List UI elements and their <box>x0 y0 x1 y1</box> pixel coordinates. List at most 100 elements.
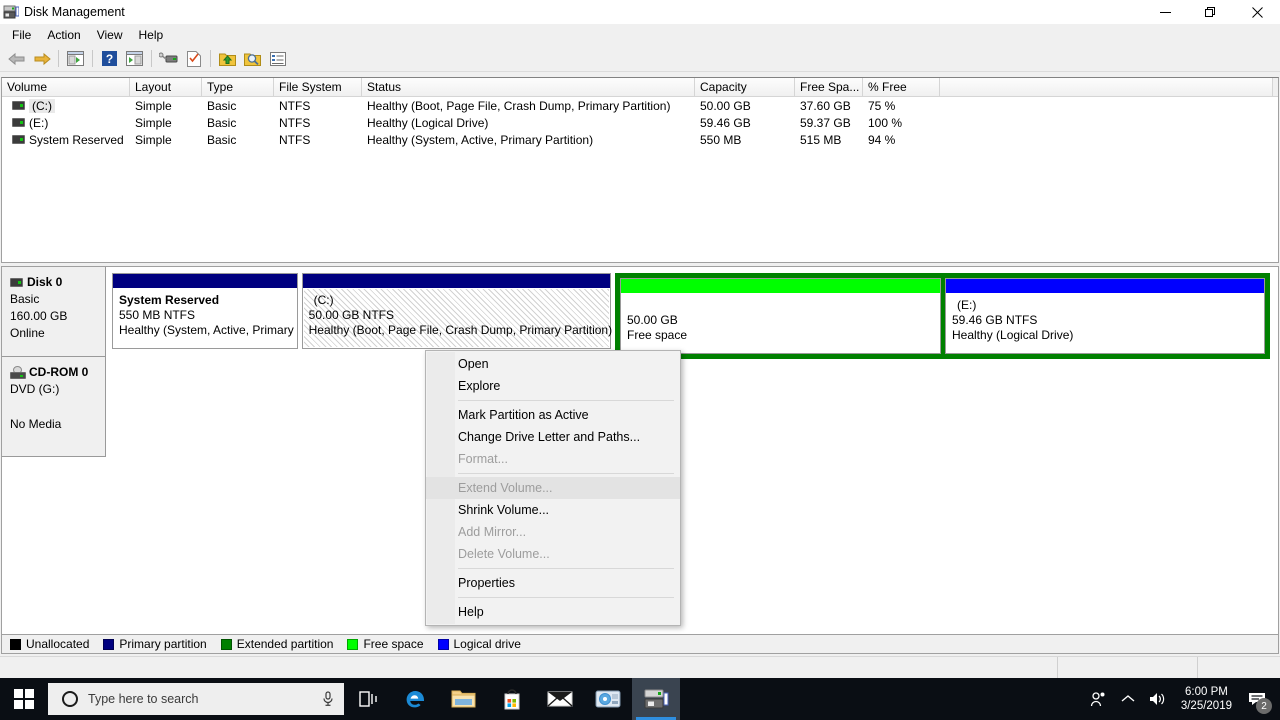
notification-badge: 2 <box>1256 698 1272 714</box>
cell-free-space: 37.60 GB <box>800 98 851 113</box>
legend-swatch <box>103 638 115 650</box>
context-menu-item-help[interactable]: Help <box>426 601 680 623</box>
taskbar: Type here to search 6:00 PM 3/25/2019 2 <box>0 678 1280 720</box>
disk-utility-icon[interactable] <box>584 678 632 720</box>
column-header-capacity[interactable]: Capacity <box>695 78 795 96</box>
partition-system-reserved[interactable]: System Reserved 550 MB NTFS Healthy (Sys… <box>112 273 298 349</box>
table-row[interactable]: (C:) Simple Basic NTFS Healthy (Boot, Pa… <box>2 97 1278 114</box>
legend-swatch <box>10 638 21 650</box>
context-menu-item-mark-partition-as-active[interactable]: Mark Partition as Active <box>426 404 680 426</box>
context-menu-item-change-drive-letter-and-paths[interactable]: Change Drive Letter and Paths... <box>426 426 680 448</box>
cell-volume[interactable]: (C:) <box>2 98 130 113</box>
table-row[interactable]: (E:) Simple Basic NTFS Healthy (Logical … <box>2 114 1278 131</box>
action-center-icon[interactable]: 2 <box>1240 678 1274 720</box>
drive-icon <box>12 118 25 127</box>
partition-label: System Reserved <box>119 293 220 307</box>
minimize-button[interactable] <box>1142 0 1188 24</box>
up-folder-icon[interactable] <box>215 47 240 70</box>
cell-status: Healthy (Logical Drive) <box>367 115 489 130</box>
context-menu-item-add-mirror: Add Mirror... <box>458 525 527 539</box>
partition-free-space[interactable]: 50.00 GB Free space <box>620 278 941 354</box>
legend-item-free-space: Free space <box>347 637 424 651</box>
menu-action[interactable]: Action <box>39 26 88 44</box>
window-title: Disk Management <box>24 5 125 19</box>
cell-type: Basic <box>207 115 237 130</box>
extended-partition-container: 50.00 GB Free space (E:) 59.46 GB NTFS H… <box>615 273 1270 359</box>
help-icon[interactable]: ? <box>97 47 122 70</box>
column-header-free-space[interactable]: Free Spa... <box>795 78 863 96</box>
restore-button[interactable] <box>1188 0 1234 24</box>
clock[interactable]: 6:00 PM 3/25/2019 <box>1173 685 1240 713</box>
close-button[interactable] <box>1234 0 1280 24</box>
legend-label: Free space <box>363 637 424 651</box>
table-row[interactable]: System Reserved Simple Basic NTFS Health… <box>2 131 1278 148</box>
show-hidden-icons-icon[interactable] <box>1113 678 1143 720</box>
partition-capacity-bar <box>946 279 1264 293</box>
cell-type: Basic <box>207 98 237 113</box>
disk-info-cdrom0[interactable]: CD-ROM 0 DVD (G:) No Media <box>2 357 106 457</box>
context-menu-separator <box>458 597 674 598</box>
file-explorer-icon[interactable] <box>440 678 488 720</box>
partition-size: 50.00 GB <box>627 313 678 327</box>
disk-management-icon <box>0 0 22 24</box>
partition-body: (E:) 59.46 GB NTFS Healthy (Logical Driv… <box>947 294 1263 352</box>
toolbar-separator <box>210 50 211 67</box>
status-cell-secondary <box>1058 657 1198 678</box>
column-header-type[interactable]: Type <box>202 78 274 96</box>
column-header-layout[interactable]: Layout <box>130 78 202 96</box>
speaker-icon[interactable] <box>1143 678 1173 720</box>
toolbar-divider <box>0 71 1280 72</box>
search-input[interactable]: Type here to search <box>88 692 198 706</box>
legend-item-logical-drive: Logical drive <box>437 637 521 651</box>
cell-volume[interactable]: (E:) <box>2 116 130 130</box>
properties-icon[interactable] <box>181 47 206 70</box>
drive-icon <box>12 101 25 110</box>
status-bar <box>0 656 1280 678</box>
microsoft-store-icon[interactable] <box>488 678 536 720</box>
column-header-volume[interactable]: Volume <box>2 78 130 96</box>
partition-c-drive[interactable]: (C:) 50.00 GB NTFS Healthy (Boot, Page F… <box>301 273 612 349</box>
disk-name: Disk 0 <box>27 275 63 289</box>
context-menu-item-open[interactable]: Open <box>426 353 680 375</box>
show-hide-console-tree-icon[interactable] <box>63 47 88 70</box>
microsoft-edge-icon[interactable] <box>392 678 440 720</box>
partition-health: Healthy (Logical Drive) <box>952 328 1074 342</box>
context-menu-separator <box>458 473 674 474</box>
start-button[interactable] <box>0 678 48 720</box>
partition-e-drive[interactable]: (E:) 59.46 GB NTFS Healthy (Logical Driv… <box>945 278 1265 354</box>
taskbar-item-disk-management[interactable] <box>632 678 680 720</box>
cdrom-drive-letter: DVD (G:) <box>10 382 60 396</box>
menu-view[interactable]: View <box>89 26 131 44</box>
volume-list-header: Volume Layout Type File System Status Ca… <box>2 78 1278 97</box>
menu-file[interactable]: File <box>4 26 39 44</box>
task-view-icon[interactable] <box>344 678 392 720</box>
mail-icon[interactable] <box>536 678 584 720</box>
legend-item-extended-partition: Extended partition <box>220 637 333 651</box>
list-view-icon[interactable] <box>265 47 290 70</box>
forward-arrow-icon[interactable] <box>29 47 54 70</box>
cell-capacity: 59.46 GB <box>700 115 751 130</box>
cell-file-system: NTFS <box>279 132 311 147</box>
menu-help[interactable]: Help <box>131 26 172 44</box>
column-header-file-system[interactable]: File System <box>274 78 362 96</box>
column-header-percent-free[interactable]: % Free <box>863 78 940 96</box>
context-menu-item-properties[interactable]: Properties <box>426 572 680 594</box>
show-hide-action-pane-icon[interactable] <box>122 47 147 70</box>
partition-body: System Reserved 550 MB NTFS Healthy (Sys… <box>114 289 296 347</box>
disk-type: Basic <box>10 292 40 306</box>
microphone-icon[interactable] <box>322 691 334 710</box>
search-icon[interactable] <box>240 47 265 70</box>
legend-bar: Unallocated Primary partition Extended p… <box>1 634 1279 654</box>
disk-info-disk0[interactable]: Disk 0 Basic 160.00 GB Online <box>2 267 106 357</box>
column-header-status[interactable]: Status <box>362 78 695 96</box>
cell-volume[interactable]: System Reserved <box>2 133 130 147</box>
context-menu-item-format: Format... <box>458 452 509 466</box>
search-box[interactable]: Type here to search <box>48 683 344 715</box>
context-menu-item-shrink-volume[interactable]: Shrink Volume... <box>426 499 680 521</box>
back-arrow-icon[interactable] <box>4 47 29 70</box>
context-menu-item-explore[interactable]: Explore <box>426 375 680 397</box>
context-menu-item-delete-volume: Delete Volume... <box>458 547 550 561</box>
people-icon[interactable] <box>1083 678 1113 720</box>
cell-percent-free: 100 % <box>868 115 903 130</box>
rescan-disks-icon[interactable] <box>156 47 181 70</box>
